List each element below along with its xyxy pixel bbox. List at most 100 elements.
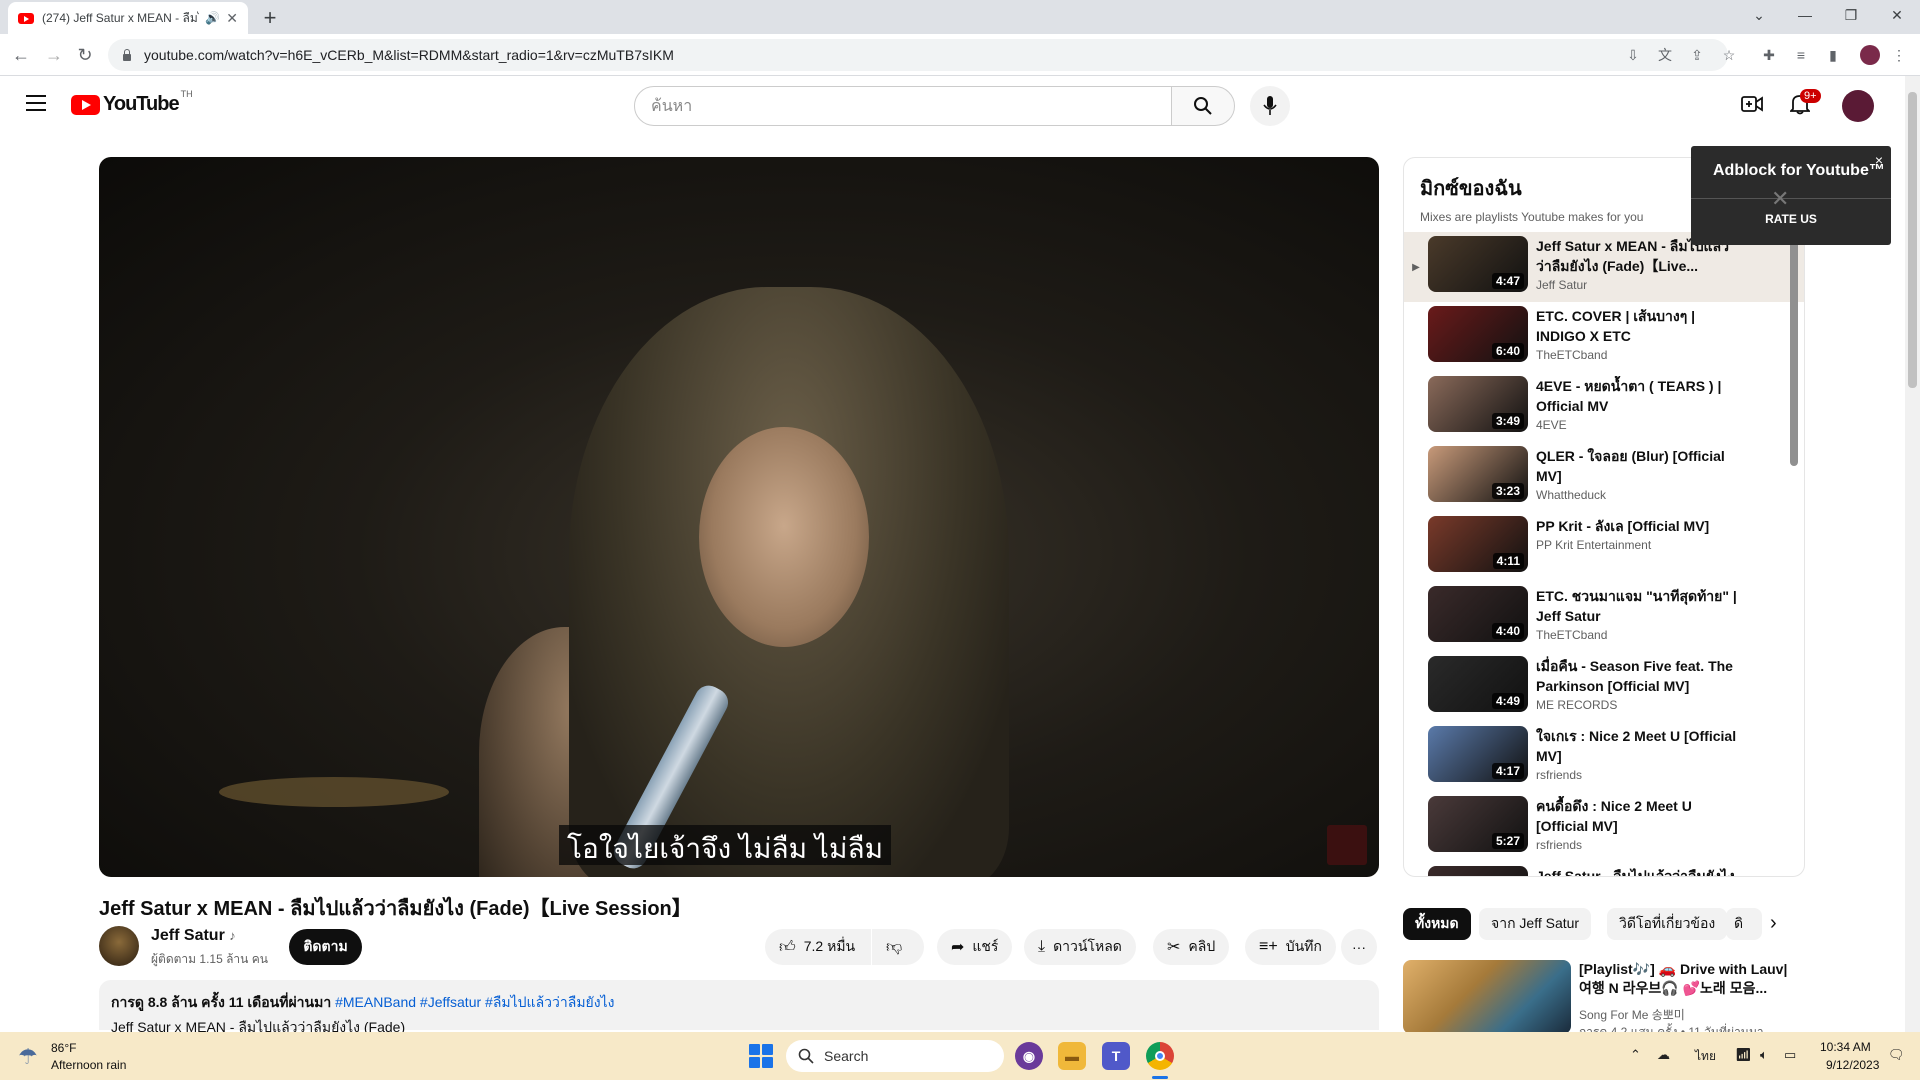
browser-profile-avatar[interactable] bbox=[1860, 45, 1880, 65]
minimize-button[interactable]: — bbox=[1782, 0, 1828, 30]
weather-description[interactable]: Afternoon rain bbox=[51, 1058, 126, 1072]
playlist-scrollbar[interactable] bbox=[1790, 230, 1798, 466]
playlist-thumbnail[interactable]: 4:49 bbox=[1428, 656, 1528, 712]
playlist-thumbnail[interactable]: 5:27 bbox=[1428, 796, 1528, 852]
chip-all[interactable]: ทั้งหมด bbox=[1403, 908, 1471, 940]
playlist-item-title[interactable]: PP Krit - ลังเล [Official MV] bbox=[1536, 516, 1741, 536]
dislike-button[interactable]: 👎︎ bbox=[872, 929, 924, 965]
more-actions-button[interactable]: ··· bbox=[1341, 929, 1377, 965]
playlist-thumbnail[interactable]: 3:49 bbox=[1428, 376, 1528, 432]
tray-overflow-icon[interactable]: ⌃ bbox=[1630, 1047, 1641, 1063]
battery-icon[interactable]: ▭ bbox=[1784, 1047, 1796, 1063]
youtube-logo[interactable]: YouTube TH bbox=[71, 89, 193, 116]
playlist-item[interactable]: Jeff Satur - ลืมไปแล้วว่าลืมยังไง bbox=[1404, 862, 1804, 876]
share-page-icon[interactable]: ⇪ bbox=[1686, 44, 1708, 66]
playlist-item-title[interactable]: Jeff Satur - ลืมไปแล้วว่าลืมยังไง bbox=[1536, 866, 1741, 876]
windows-start-icon[interactable] bbox=[749, 1044, 773, 1068]
playlist-thumbnail[interactable]: 6:40 bbox=[1428, 306, 1528, 362]
extensions-icon[interactable]: ✚ bbox=[1758, 44, 1780, 66]
playlist-thumbnail[interactable]: 4:11 bbox=[1428, 516, 1528, 572]
weather-temperature[interactable]: 86°F bbox=[51, 1041, 76, 1055]
restore-button[interactable]: ❐ bbox=[1828, 0, 1874, 30]
playlist-item-title[interactable]: เมื่อคืน - Season Five feat. The Parkins… bbox=[1536, 656, 1741, 696]
playlist-item[interactable]: 4:17 ใจเกเร : Nice 2 Meet U [Official MV]… bbox=[1404, 722, 1804, 792]
playlist-item-title[interactable]: ETC. COVER | เส้นบางๆ | INDIGO X ETC bbox=[1536, 306, 1741, 346]
playlist-item-title[interactable]: ใจเกเร : Nice 2 Meet U [Official MV] bbox=[1536, 726, 1741, 766]
account-avatar[interactable] bbox=[1842, 90, 1874, 122]
clip-button[interactable]: ✂ คลิป bbox=[1153, 929, 1230, 965]
lock-icon[interactable] bbox=[122, 49, 132, 61]
recommendation-title[interactable]: [Playlist🎶] 🚗 Drive with Lauv| 여행 N 라우브🎧… bbox=[1579, 960, 1789, 998]
channel-watermark[interactable] bbox=[1327, 825, 1367, 865]
translate-icon[interactable]: 文 bbox=[1654, 44, 1676, 66]
side-panel-icon[interactable]: ▮ bbox=[1822, 44, 1844, 66]
playlist-item[interactable]: 6:40 ETC. COVER | เส้นบางๆ | INDIGO X ETC… bbox=[1404, 302, 1804, 372]
page-scrollbar-thumb[interactable] bbox=[1908, 92, 1917, 388]
taskbar-search-box[interactable]: Search bbox=[786, 1040, 1004, 1072]
github-app-icon[interactable]: ◉ bbox=[1015, 1042, 1043, 1070]
chip-from-channel[interactable]: จาก Jeff Satur bbox=[1479, 908, 1592, 940]
playlist-item[interactable]: 3:23 QLER - ใจลอย (Blur) [Official MV] Wha… bbox=[1404, 442, 1804, 512]
chevron-right-icon[interactable]: › bbox=[1770, 912, 1777, 935]
recommendation-thumbnail[interactable] bbox=[1403, 960, 1571, 1034]
playlist-thumbnail[interactable]: 4:40 bbox=[1428, 586, 1528, 642]
new-tab-button[interactable]: + bbox=[258, 5, 282, 31]
playlist-item-title[interactable]: ETC. ชวนมาแจม "นาทีสุดท้าย" | Jeff Satur bbox=[1536, 586, 1741, 626]
hamburger-menu-icon[interactable] bbox=[26, 95, 46, 111]
forward-arrow-icon[interactable]: → bbox=[41, 42, 67, 68]
bookmark-star-icon[interactable]: ☆ bbox=[1718, 44, 1740, 66]
tab-search-icon[interactable]: ⌄ bbox=[1736, 0, 1782, 30]
playlist-thumbnail[interactable] bbox=[1428, 866, 1528, 876]
save-button[interactable]: ≡+ บันทึก bbox=[1245, 929, 1336, 965]
playlist-thumbnail[interactable]: 3:23 bbox=[1428, 446, 1528, 502]
video-description[interactable]: การดู 8.8 ล้าน ครั้ง 11 เดือนที่ผ่านมา #… bbox=[99, 980, 1379, 1035]
chrome-icon[interactable] bbox=[1146, 1042, 1174, 1070]
file-explorer-icon[interactable]: ▬ bbox=[1058, 1042, 1086, 1070]
notification-center-icon[interactable]: 🗨︎ bbox=[1888, 1047, 1905, 1063]
download-button[interactable]: ⤓ ดาวน์โหลด bbox=[1024, 929, 1136, 965]
hashtags[interactable]: #MEANBand #Jeffsatur #ลืมไปแล้วว่าลืมยัง… bbox=[335, 994, 614, 1010]
chip-related[interactable]: วิดีโอที่เกี่ยวข้อง bbox=[1607, 908, 1728, 940]
playlist-thumbnail[interactable]: 4:17 bbox=[1428, 726, 1528, 782]
playlist-item[interactable]: 3:49 4EVE - หยดน้ำตา ( TEARS ) | Official… bbox=[1404, 372, 1804, 442]
search-button[interactable] bbox=[1171, 86, 1235, 126]
channel-name[interactable]: Jeff Satur ♪ bbox=[151, 927, 236, 945]
playlist-item[interactable]: 4:11 PP Krit - ลังเล [Official MV] PP Krit… bbox=[1404, 512, 1804, 582]
media-control-icon[interactable]: ≡ bbox=[1790, 44, 1812, 66]
recommendation-channel[interactable]: Song For Me 송뽀미 bbox=[1579, 1006, 1685, 1023]
playlist-thumbnail[interactable]: 4:47 bbox=[1428, 236, 1528, 292]
browser-menu-icon[interactable]: ⋮ bbox=[1888, 44, 1910, 66]
like-button[interactable]: 👍︎ 7.2 หมื่น bbox=[765, 929, 871, 965]
share-button[interactable]: ➦ แชร์ bbox=[937, 929, 1013, 965]
playlist-item[interactable]: 4:49 เมื่อคืน - Season Five feat. The Par… bbox=[1404, 652, 1804, 722]
playlist-item[interactable]: 5:27 คนดื้อดึง : Nice 2 Meet U [Official … bbox=[1404, 792, 1804, 862]
onedrive-cloud-icon[interactable]: ☁ bbox=[1657, 1047, 1670, 1063]
wifi-icon[interactable]: 📶︎ bbox=[1735, 1047, 1752, 1063]
create-video-icon[interactable] bbox=[1738, 90, 1766, 118]
reload-icon[interactable]: ↻ bbox=[72, 42, 98, 68]
playlist-item-title[interactable]: 4EVE - หยดน้ำตา ( TEARS ) | Official MV bbox=[1536, 376, 1741, 416]
teams-icon[interactable]: T bbox=[1102, 1042, 1130, 1070]
back-arrow-icon[interactable]: ← bbox=[8, 42, 34, 68]
weather-rain-icon[interactable]: ☂ bbox=[18, 1044, 38, 1070]
clock-time[interactable]: 10:34 AM bbox=[1820, 1040, 1871, 1054]
install-app-icon[interactable]: ⇩ bbox=[1622, 44, 1644, 66]
voice-search-button[interactable] bbox=[1250, 86, 1290, 126]
playlist-item[interactable]: 4:40 ETC. ชวนมาแจม "นาทีสุดท้าย" | Jeff S… bbox=[1404, 582, 1804, 652]
rate-us-button[interactable]: RATE US bbox=[1691, 212, 1891, 226]
volume-icon[interactable]: 🔈︎ bbox=[1760, 1047, 1768, 1063]
address-bar[interactable]: youtube.com/watch?v=h6E_vCERb_M&list=RDM… bbox=[108, 39, 1728, 71]
browser-tab[interactable]: (274) Jeff Satur x MEAN - ลืมไ 🔊 ✕ bbox=[8, 2, 248, 34]
chip-more[interactable]: ดิ bbox=[1726, 908, 1762, 940]
close-window-button[interactable]: ✕ bbox=[1874, 0, 1920, 30]
playlist-item-title[interactable]: QLER - ใจลอย (Blur) [Official MV] bbox=[1536, 446, 1741, 486]
channel-avatar[interactable] bbox=[99, 926, 139, 966]
adblock-close-icon[interactable]: × bbox=[1875, 152, 1883, 168]
playlist-item-title[interactable]: คนดื้อดึง : Nice 2 Meet U [Official MV] bbox=[1536, 796, 1741, 836]
tab-close-icon[interactable]: ✕ bbox=[226, 10, 238, 27]
subscribe-button[interactable]: ติดตาม bbox=[289, 929, 362, 965]
video-player[interactable]: โอใจไยเจ้าจึง ไม่ลืม ไม่ลืม bbox=[99, 157, 1379, 877]
search-input[interactable]: ค้นหา bbox=[634, 86, 1172, 126]
input-language[interactable]: ไทย bbox=[1695, 1047, 1716, 1066]
speaker-icon[interactable]: 🔊 bbox=[205, 11, 220, 25]
